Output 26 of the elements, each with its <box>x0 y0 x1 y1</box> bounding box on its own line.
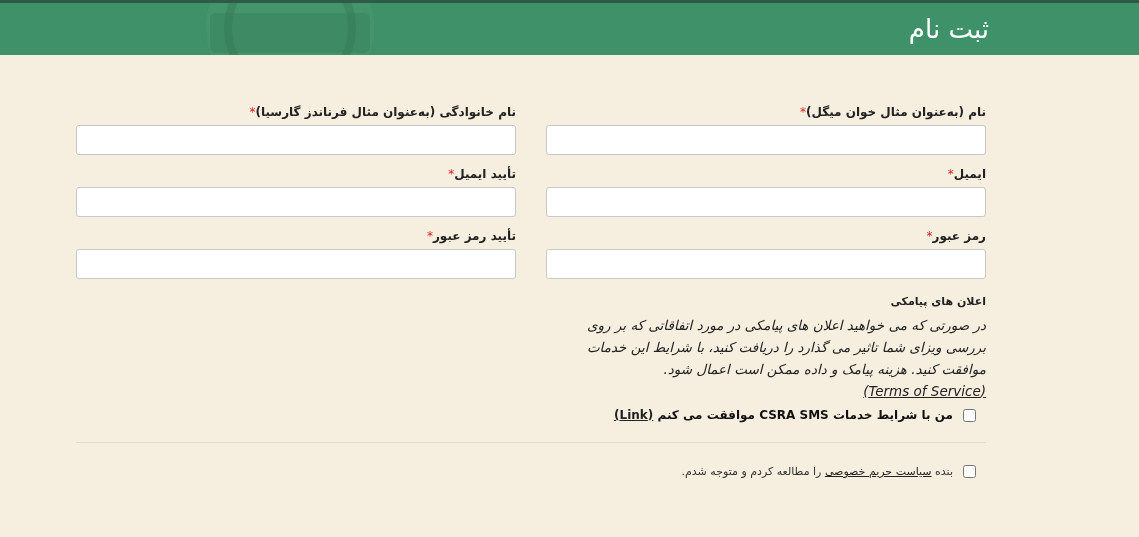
privacy-label: بنده سیاست حریم خصوصی را مطالعه کردم و متوجه شدم. <box>681 465 953 478</box>
input-field[interactable] <box>546 249 986 279</box>
input-field[interactable] <box>546 125 986 155</box>
privacy-policy-link[interactable]: سیاست حریم خصوصی <box>824 465 932 478</box>
required-marker: * <box>799 105 806 119</box>
required-marker: * <box>926 229 933 243</box>
field-label: تأیید ایمیل <box>454 167 516 181</box>
input-field[interactable] <box>546 187 986 217</box>
field-label: نام خانوادگی (به‌عنوان مثال فرناندز گارسیا) <box>255 105 516 119</box>
required-marker: * <box>947 167 954 181</box>
privacy-checkbox[interactable] <box>963 465 976 478</box>
field-label: رمز عبور <box>932 229 986 243</box>
terms-link[interactable]: (Link) <box>614 408 654 422</box>
input-field[interactable] <box>76 125 516 155</box>
terms-link[interactable]: (Terms of Service) <box>863 383 986 399</box>
page-title: ثبت نام <box>908 14 989 44</box>
required-marker: * <box>448 167 455 181</box>
field-label: ایمیل <box>953 167 986 181</box>
input-field[interactable] <box>76 249 516 279</box>
field-label: تأیید رمز عبور <box>432 229 516 243</box>
sms-consent-checkbox[interactable] <box>963 408 976 422</box>
required-marker: * <box>249 105 256 119</box>
input-field[interactable] <box>76 187 516 217</box>
required-marker: * <box>426 229 433 243</box>
section-title: اعلان های پیامکی <box>889 295 986 308</box>
field-label: نام (به‌عنوان مثال خوان میگل) <box>805 105 986 119</box>
